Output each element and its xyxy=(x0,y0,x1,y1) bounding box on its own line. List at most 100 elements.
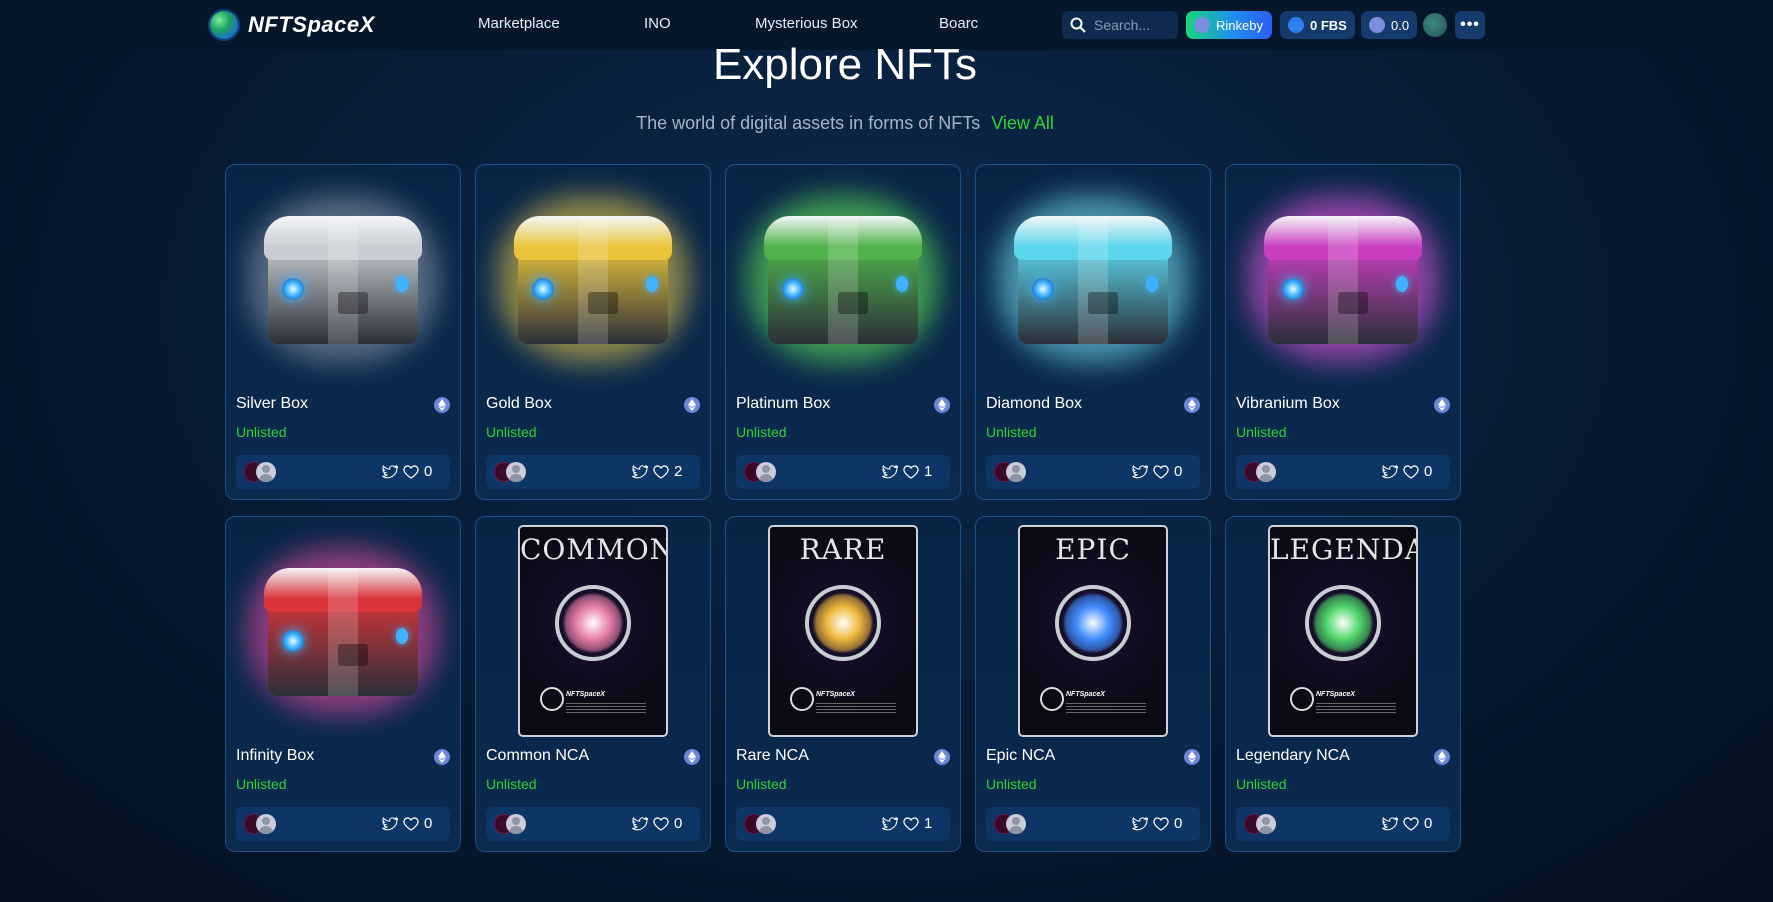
site-logo[interactable]: NFTSpaceX xyxy=(208,9,375,41)
owner-avatars[interactable] xyxy=(1244,462,1284,482)
owner-avatars[interactable] xyxy=(994,462,1034,482)
twitter-icon[interactable] xyxy=(1130,815,1148,833)
search-input[interactable] xyxy=(1092,16,1176,34)
heart-icon[interactable] xyxy=(1402,463,1420,481)
heart-icon[interactable] xyxy=(402,815,420,833)
owner-avatars[interactable] xyxy=(494,814,534,834)
nft-name[interactable]: Common NCA xyxy=(486,747,589,765)
nft-name[interactable]: Diamond Box xyxy=(986,395,1082,413)
nft-name[interactable]: Rare NCA xyxy=(736,747,809,765)
user-avatar[interactable] xyxy=(1423,13,1447,37)
nft-name[interactable]: Gold Box xyxy=(486,395,552,413)
nft-card[interactable]: Silver Box Unlisted 0 xyxy=(225,164,461,500)
owner-avatar[interactable] xyxy=(1256,462,1276,482)
owner-avatar[interactable] xyxy=(256,462,276,482)
card-footer: 0 xyxy=(1236,807,1450,841)
listing-status: Unlisted xyxy=(236,776,287,792)
twitter-icon[interactable] xyxy=(880,815,898,833)
owner-avatars[interactable] xyxy=(1244,814,1284,834)
owner-avatars[interactable] xyxy=(244,462,284,482)
ethereum-icon xyxy=(934,749,950,765)
nft-image[interactable]: RARE NFTSpaceX xyxy=(736,525,950,737)
nft-image[interactable]: COMMON NFTSpaceX xyxy=(486,525,700,737)
owner-avatars[interactable] xyxy=(244,814,284,834)
wallet-balance-badge[interactable]: 0.0 xyxy=(1361,11,1417,39)
fbs-balance-badge[interactable]: 0 FBS xyxy=(1280,11,1355,39)
network-selector[interactable]: Rinkeby xyxy=(1186,11,1272,39)
twitter-icon[interactable] xyxy=(880,463,898,481)
nft-card[interactable]: Vibranium Box Unlisted 0 xyxy=(1225,164,1461,500)
listing-status: Unlisted xyxy=(986,424,1037,440)
like-count: 0 xyxy=(1174,463,1183,480)
nav-link-mysterious-box[interactable]: Mysterious Box xyxy=(755,15,858,32)
nft-name[interactable]: Epic NCA xyxy=(986,747,1055,765)
nca-brand: NFTSpaceX xyxy=(816,691,855,698)
owner-avatars[interactable] xyxy=(744,462,784,482)
nft-image[interactable]: LEGENDARY NFTSpaceX xyxy=(1236,525,1450,737)
heart-icon[interactable] xyxy=(652,815,670,833)
more-menu-button[interactable]: ••• xyxy=(1455,11,1485,39)
nft-name[interactable]: Infinity Box xyxy=(236,747,314,765)
nav-link-ino[interactable]: INO xyxy=(644,15,671,32)
heart-icon[interactable] xyxy=(902,815,920,833)
twitter-icon[interactable] xyxy=(380,815,398,833)
heart-icon[interactable] xyxy=(1152,815,1170,833)
nft-card[interactable]: EPIC NFTSpaceX Epic NCA Unlisted 0 xyxy=(975,516,1211,852)
nft-image[interactable]: EPIC NFTSpaceX xyxy=(986,525,1200,737)
heart-icon[interactable] xyxy=(1152,463,1170,481)
owner-avatars[interactable] xyxy=(744,814,784,834)
nca-card-title: EPIC xyxy=(1055,533,1131,566)
nft-image[interactable] xyxy=(736,179,950,379)
nav-link-board[interactable]: Boarc xyxy=(939,15,978,32)
nft-image[interactable] xyxy=(986,179,1200,379)
nft-image[interactable] xyxy=(236,179,450,379)
view-all-link[interactable]: View All xyxy=(991,113,1054,133)
heart-icon[interactable] xyxy=(902,463,920,481)
page-subtitle: The world of digital assets in forms of … xyxy=(0,113,1690,134)
heart-icon[interactable] xyxy=(402,463,420,481)
nft-card[interactable]: COMMON NFTSpaceX Common NCA Unlisted 0 xyxy=(475,516,711,852)
owner-avatar[interactable] xyxy=(256,814,276,834)
nft-name[interactable]: Vibranium Box xyxy=(1236,395,1340,413)
owner-avatar[interactable] xyxy=(1256,814,1276,834)
nft-image[interactable] xyxy=(1236,179,1450,379)
nft-card[interactable]: Platinum Box Unlisted 1 xyxy=(725,164,961,500)
nav-link-marketplace[interactable]: Marketplace xyxy=(478,15,560,32)
nft-card[interactable]: LEGENDARY NFTSpaceX Legendary NCA Unlist… xyxy=(1225,516,1461,852)
listing-status: Unlisted xyxy=(1236,776,1287,792)
card-footer: 0 xyxy=(486,807,700,841)
twitter-icon[interactable] xyxy=(630,463,648,481)
wallet-balance: 0.0 xyxy=(1391,17,1410,33)
owner-avatar[interactable] xyxy=(756,462,776,482)
nft-card[interactable]: Gold Box Unlisted 2 xyxy=(475,164,711,500)
owner-avatar[interactable] xyxy=(506,462,526,482)
ethereum-icon xyxy=(434,749,450,765)
owner-avatar[interactable] xyxy=(506,814,526,834)
nft-card[interactable]: Infinity Box Unlisted 0 xyxy=(225,516,461,852)
owner-avatars[interactable] xyxy=(994,814,1034,834)
heart-icon[interactable] xyxy=(652,463,670,481)
nca-card-title: LEGENDARY xyxy=(1270,533,1416,566)
search-box[interactable] xyxy=(1062,11,1178,39)
nft-image[interactable] xyxy=(486,179,700,379)
listing-status: Unlisted xyxy=(986,776,1037,792)
twitter-icon[interactable] xyxy=(1380,815,1398,833)
fbs-token-icon xyxy=(1288,17,1304,33)
like-count: 1 xyxy=(924,815,933,832)
nft-name[interactable]: Silver Box xyxy=(236,395,308,413)
nft-name[interactable]: Platinum Box xyxy=(736,395,830,413)
owner-avatar[interactable] xyxy=(756,814,776,834)
card-footer: 0 xyxy=(236,807,450,841)
nft-image[interactable] xyxy=(236,531,450,731)
twitter-icon[interactable] xyxy=(630,815,648,833)
nft-card[interactable]: Diamond Box Unlisted 0 xyxy=(975,164,1211,500)
owner-avatars[interactable] xyxy=(494,462,534,482)
twitter-icon[interactable] xyxy=(1380,463,1398,481)
heart-icon[interactable] xyxy=(1402,815,1420,833)
nft-name[interactable]: Legendary NCA xyxy=(1236,747,1350,765)
twitter-icon[interactable] xyxy=(1130,463,1148,481)
twitter-icon[interactable] xyxy=(380,463,398,481)
owner-avatar[interactable] xyxy=(1006,462,1026,482)
nft-card[interactable]: RARE NFTSpaceX Rare NCA Unlisted 1 xyxy=(725,516,961,852)
owner-avatar[interactable] xyxy=(1006,814,1026,834)
